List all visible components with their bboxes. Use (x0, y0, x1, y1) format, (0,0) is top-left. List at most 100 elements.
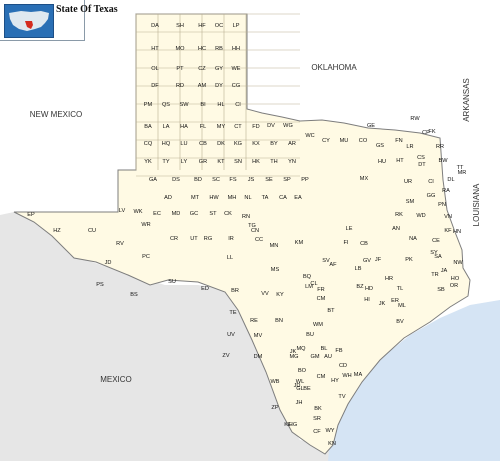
county-label[interactable]: ST (209, 211, 217, 217)
county-label[interactable]: GE (367, 123, 375, 129)
county-label[interactable]: TR (431, 272, 438, 278)
county-label[interactable]: EC (153, 211, 161, 217)
county-label[interactable]: VV (261, 291, 269, 297)
county-label[interactable]: PK (405, 257, 413, 263)
county-label[interactable]: LR (406, 144, 413, 150)
county-label[interactable]: SB (437, 287, 445, 293)
county-label[interactable]: LB (355, 266, 362, 272)
county-label[interactable]: ED (201, 286, 209, 292)
county-label[interactable]: GR (199, 159, 207, 165)
county-label[interactable]: DF (151, 83, 159, 89)
county-label[interactable]: AF (329, 262, 337, 268)
county-label[interactable]: OC (215, 23, 223, 29)
county-label[interactable]: BD (194, 177, 202, 183)
county-label[interactable]: KG (234, 141, 242, 147)
county-label[interactable]: MU (340, 138, 349, 144)
county-label[interactable]: FB (335, 348, 342, 354)
county-label[interactable]: AD (164, 195, 172, 201)
county-label[interactable]: BZ (356, 284, 364, 290)
county-label[interactable]: LV (119, 208, 126, 214)
county-label[interactable]: GA (149, 177, 157, 183)
county-label[interactable]: JS (248, 177, 255, 183)
county-label[interactable]: QS (162, 102, 170, 108)
county-label[interactable]: WE (231, 66, 240, 72)
county-label[interactable]: PP (301, 177, 309, 183)
county-label[interactable]: BA (144, 124, 152, 130)
county-label[interactable]: DA (151, 23, 159, 29)
county-label[interactable]: JH (296, 400, 303, 406)
county-label[interactable]: UR (404, 179, 412, 185)
county-label[interactable]: CC (255, 237, 263, 243)
county-label[interactable]: ZV (222, 353, 229, 359)
county-label[interactable]: DM (254, 354, 263, 360)
county-label[interactable]: CO (359, 138, 368, 144)
county-label[interactable]: NA (409, 236, 417, 242)
county-label[interactable]: JA (441, 268, 448, 274)
county-label[interactable]: YK (144, 159, 152, 165)
county-label[interactable]: RR (436, 144, 444, 150)
county-label[interactable]: FI (344, 240, 349, 246)
county-label[interactable]: FD (252, 124, 259, 130)
county-label[interactable]: LU (180, 141, 187, 147)
county-label[interactable]: GG (427, 193, 436, 199)
county-label[interactable]: CD (339, 363, 347, 369)
county-label[interactable]: UV (227, 332, 235, 338)
county-label[interactable]: TV (338, 394, 345, 400)
county-label[interactable]: RD (176, 83, 184, 89)
county-label[interactable]: EP (27, 212, 35, 218)
county-label[interactable]: HN (453, 229, 461, 235)
county-label[interactable]: AU (324, 354, 332, 360)
county-label[interactable]: WR (141, 222, 150, 228)
county-label[interactable]: HI (364, 297, 370, 303)
county-label[interactable]: MS (271, 267, 280, 273)
county-label[interactable]: WG (283, 123, 293, 129)
county-label[interactable]: BS (130, 292, 138, 298)
county-label[interactable]: CQ (144, 141, 153, 147)
county-label[interactable]: ML (398, 303, 406, 309)
county-label[interactable]: WK (133, 209, 142, 215)
county-label[interactable]: SW (179, 102, 189, 108)
county-label[interactable]: CI (235, 102, 241, 108)
county-label[interactable]: MR (458, 170, 467, 176)
county-label[interactable]: MD (172, 211, 181, 217)
county-label[interactable]: RG (204, 236, 212, 242)
county-label[interactable]: BI (200, 102, 206, 108)
county-label[interactable]: KE (284, 422, 292, 428)
county-label[interactable]: HK (252, 159, 260, 165)
county-label[interactable]: HD (365, 286, 373, 292)
county-label[interactable]: GY (215, 66, 223, 72)
county-label[interactable]: BO (298, 368, 307, 374)
county-label[interactable]: BE (303, 386, 311, 392)
county-label[interactable]: IR (228, 236, 234, 242)
county-label[interactable]: BQ (303, 274, 312, 280)
county-label[interactable]: BY (270, 141, 278, 147)
county-label[interactable]: PM (144, 102, 153, 108)
county-label[interactable]: LL (227, 255, 233, 261)
county-label[interactable]: AM (198, 83, 207, 89)
county-label[interactable]: WY (325, 428, 334, 434)
county-label[interactable]: TY (162, 159, 169, 165)
county-label[interactable]: WL (296, 379, 304, 385)
county-label[interactable]: HR (385, 276, 393, 282)
county-label[interactable]: GV (363, 258, 371, 264)
county-label[interactable]: DY (215, 83, 223, 89)
county-label[interactable]: HT (396, 158, 404, 164)
county-label[interactable]: GS (376, 143, 384, 149)
county-label[interactable]: MH (228, 195, 237, 201)
county-label[interactable]: DK (217, 141, 225, 147)
county-label[interactable]: RB (215, 46, 223, 52)
county-label[interactable]: KY (276, 292, 284, 298)
county-label[interactable]: MY (217, 124, 226, 130)
county-label[interactable]: RW (410, 116, 420, 122)
county-label[interactable]: DL (447, 177, 454, 183)
county-label[interactable]: BV (396, 319, 404, 325)
county-label[interactable]: CB (360, 241, 368, 247)
county-label[interactable]: FR (317, 287, 324, 293)
county-label[interactable]: PT (176, 66, 184, 72)
county-label[interactable]: CU (88, 228, 96, 234)
county-label[interactable]: BR (231, 288, 239, 294)
county-label[interactable]: KT (217, 159, 225, 165)
county-label[interactable]: TE (229, 310, 236, 316)
county-label[interactable]: SA (434, 254, 442, 260)
county-label[interactable]: LP (233, 23, 240, 29)
